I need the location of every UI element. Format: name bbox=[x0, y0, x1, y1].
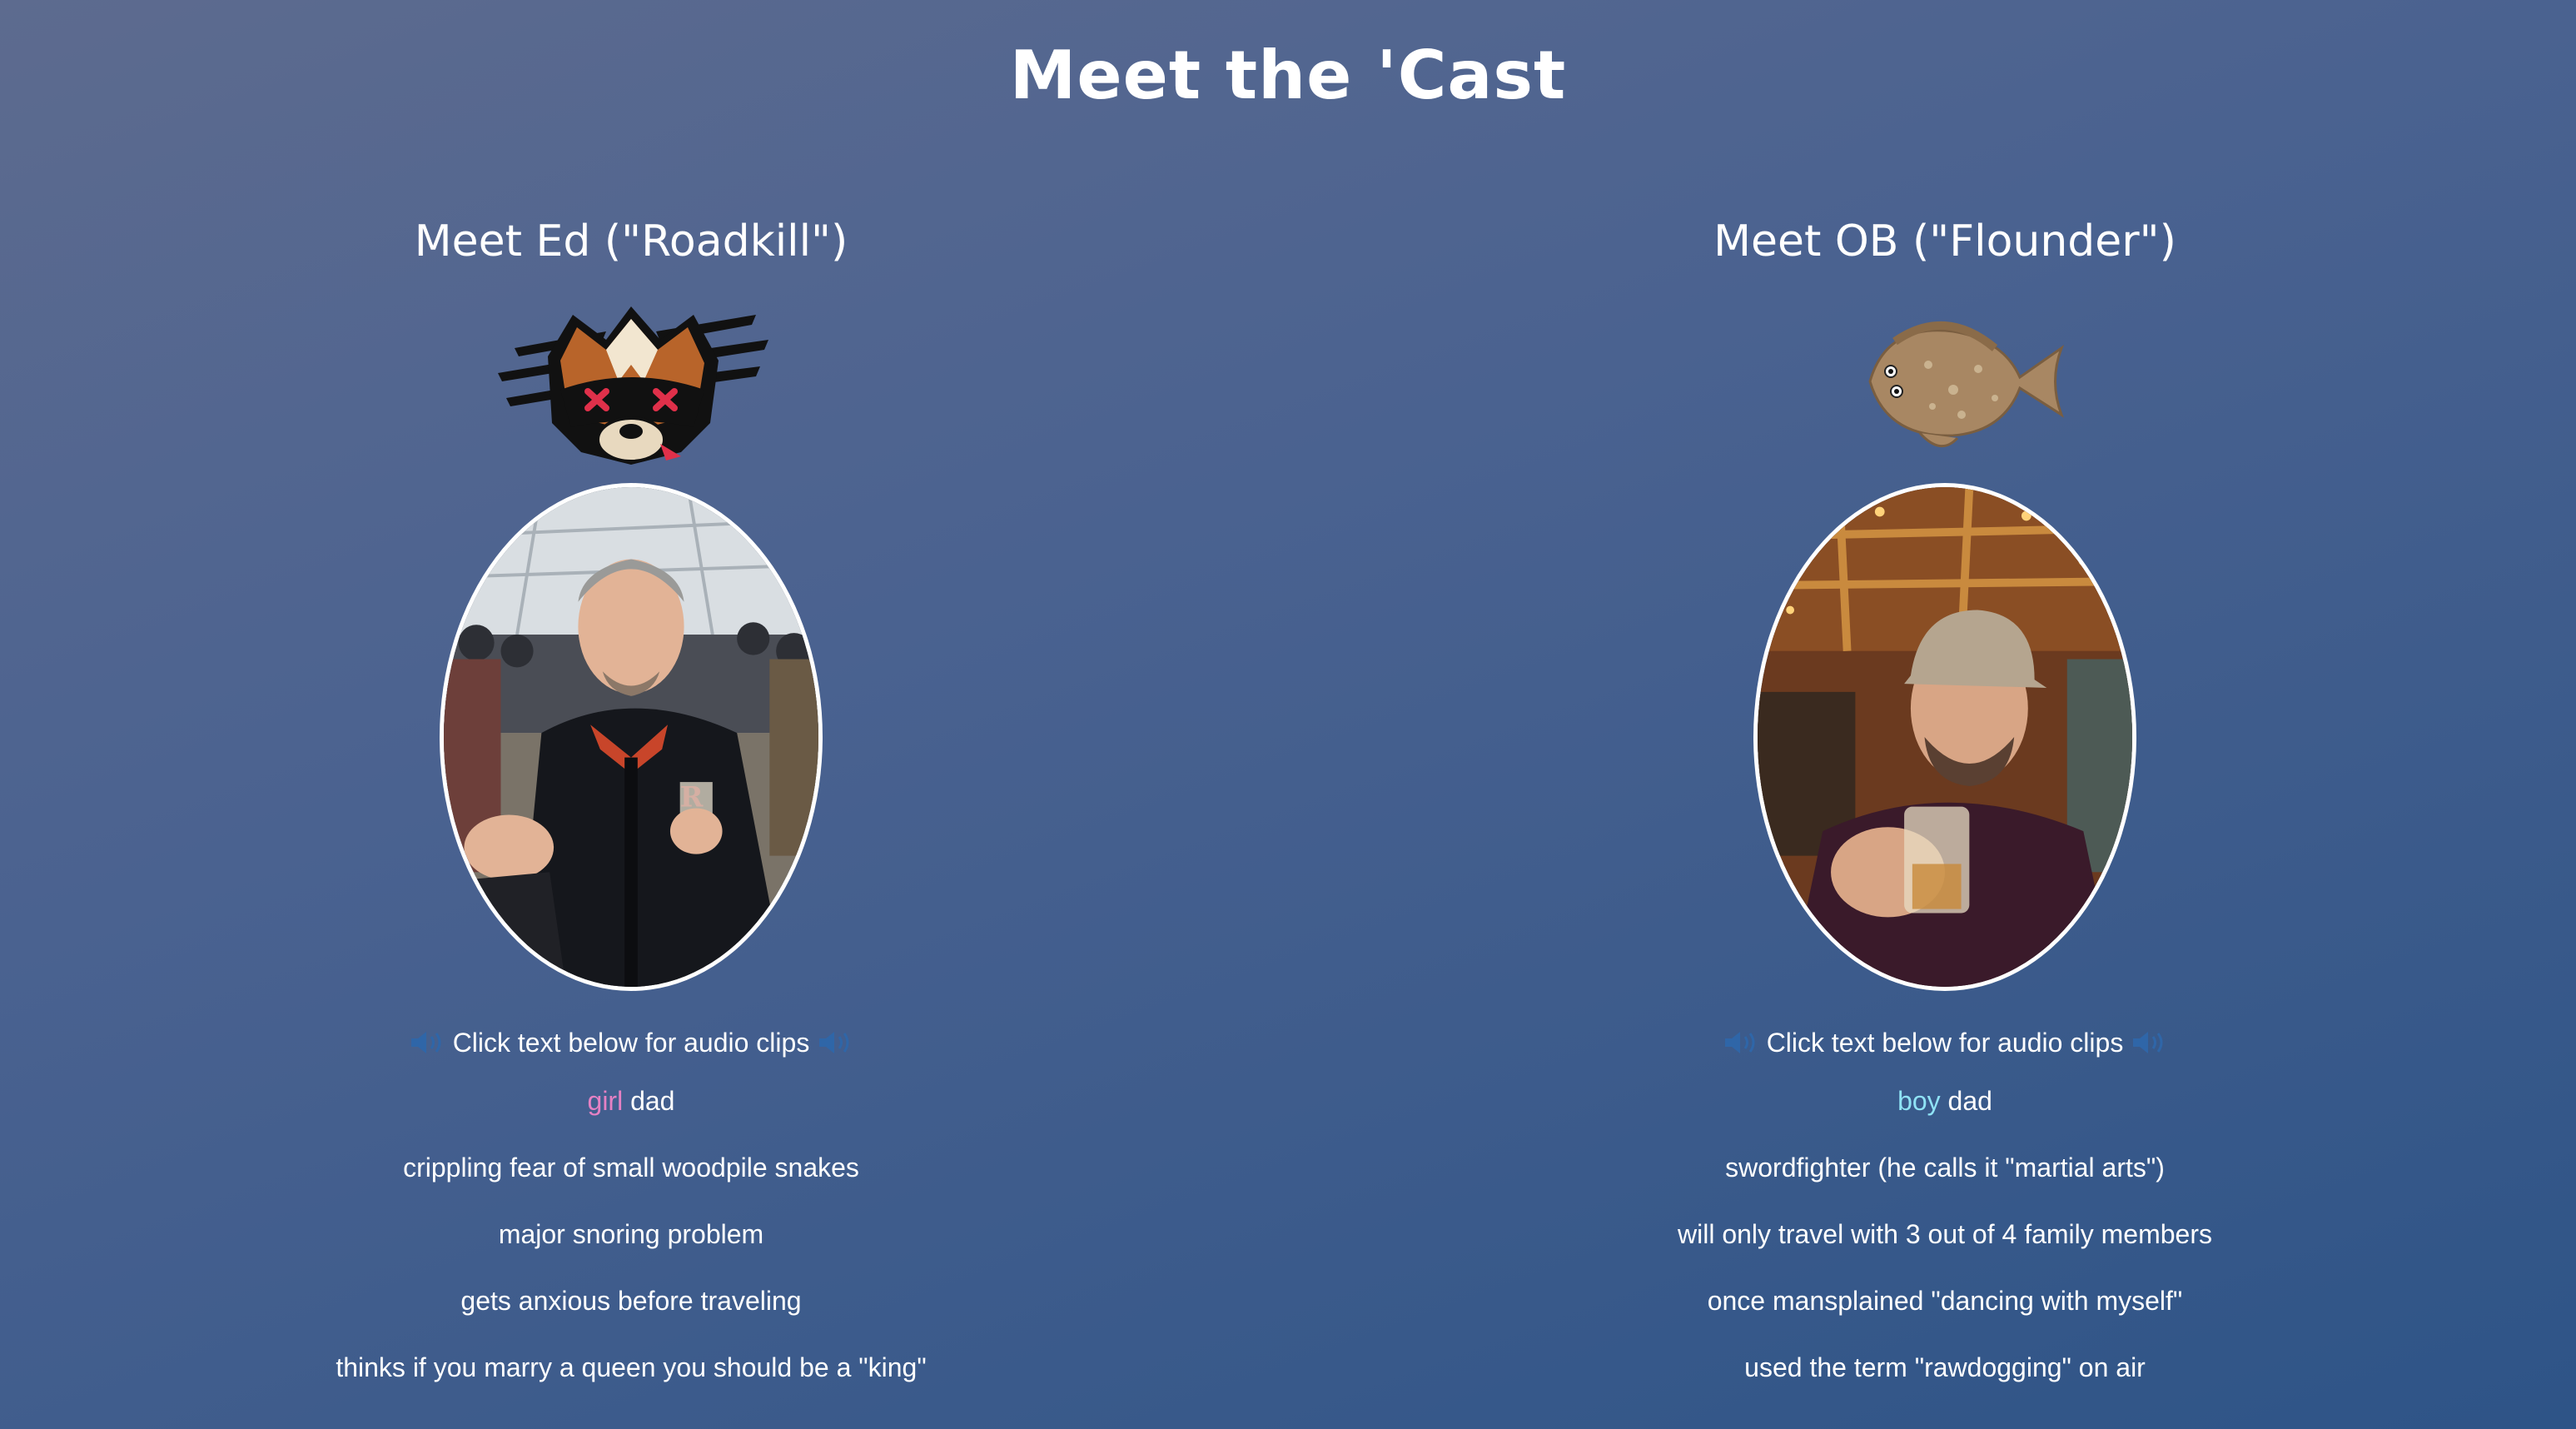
audio-clip-trait[interactable]: will only travel with 3 out of 4 family … bbox=[1362, 1201, 2528, 1267]
cast-name-ed: Meet Ed ("Roadkill") bbox=[414, 217, 848, 266]
trait-text: dad bbox=[623, 1086, 675, 1116]
speaker-icon bbox=[1724, 1032, 1755, 1053]
trait-highlight: boy bbox=[1897, 1086, 1941, 1116]
audio-hint-text: Click text below for audio clips bbox=[452, 1028, 810, 1058]
raccoon-icon bbox=[498, 306, 768, 465]
page-title: Meet the 'Cast bbox=[1009, 37, 1567, 114]
flounder-fish-icon bbox=[1868, 321, 2065, 447]
audio-hint-text: Click text below for audio clips bbox=[1766, 1028, 2124, 1058]
speaker-icon bbox=[2133, 1032, 2163, 1053]
audio-hint-ob: Click text below for audio clips bbox=[1362, 1023, 2528, 1063]
audio-clip-trait[interactable]: once mansplained "dancing with myself" bbox=[1362, 1267, 2528, 1334]
audio-clip-trait[interactable]: gets anxious before traveling bbox=[48, 1267, 1214, 1334]
portrait-ob bbox=[1753, 483, 2136, 991]
trait-text: dad bbox=[1940, 1086, 1992, 1116]
trait-highlight: girl bbox=[587, 1086, 624, 1116]
audio-clip-trait[interactable]: used the term "rawdogging" on air bbox=[1362, 1334, 2528, 1401]
audio-hint-ed: Click text below for audio clips bbox=[48, 1023, 1214, 1063]
cast-card-ed: Meet Ed ("Roadkill") Click text below fo… bbox=[48, 208, 1214, 1401]
speaker-icon bbox=[410, 1032, 441, 1053]
audio-clip-trait[interactable]: swordfighter (he calls it "martial arts"… bbox=[1362, 1134, 2528, 1201]
cast-card-ob: Meet OB ("Flounder") Click text below fo… bbox=[1362, 208, 2528, 1401]
speaker-icon bbox=[819, 1032, 849, 1053]
audio-clip-trait[interactable]: crippling fear of small woodpile snakes bbox=[48, 1134, 1214, 1201]
trait-list-ed: girl dad crippling fear of small woodpil… bbox=[48, 1068, 1214, 1401]
audio-clip-trait[interactable]: boy dad bbox=[1362, 1068, 2528, 1134]
portrait-ed: R bbox=[440, 483, 823, 991]
audio-clip-trait[interactable]: girl dad bbox=[48, 1068, 1214, 1134]
cast-name-ob: Meet OB ("Flounder") bbox=[1713, 217, 2176, 266]
audio-clip-trait[interactable]: major snoring problem bbox=[48, 1201, 1214, 1267]
trait-list-ob: boy dad swordfighter (he calls it "marti… bbox=[1362, 1068, 2528, 1401]
audio-clip-trait[interactable]: thinks if you marry a queen you should b… bbox=[48, 1334, 1214, 1401]
